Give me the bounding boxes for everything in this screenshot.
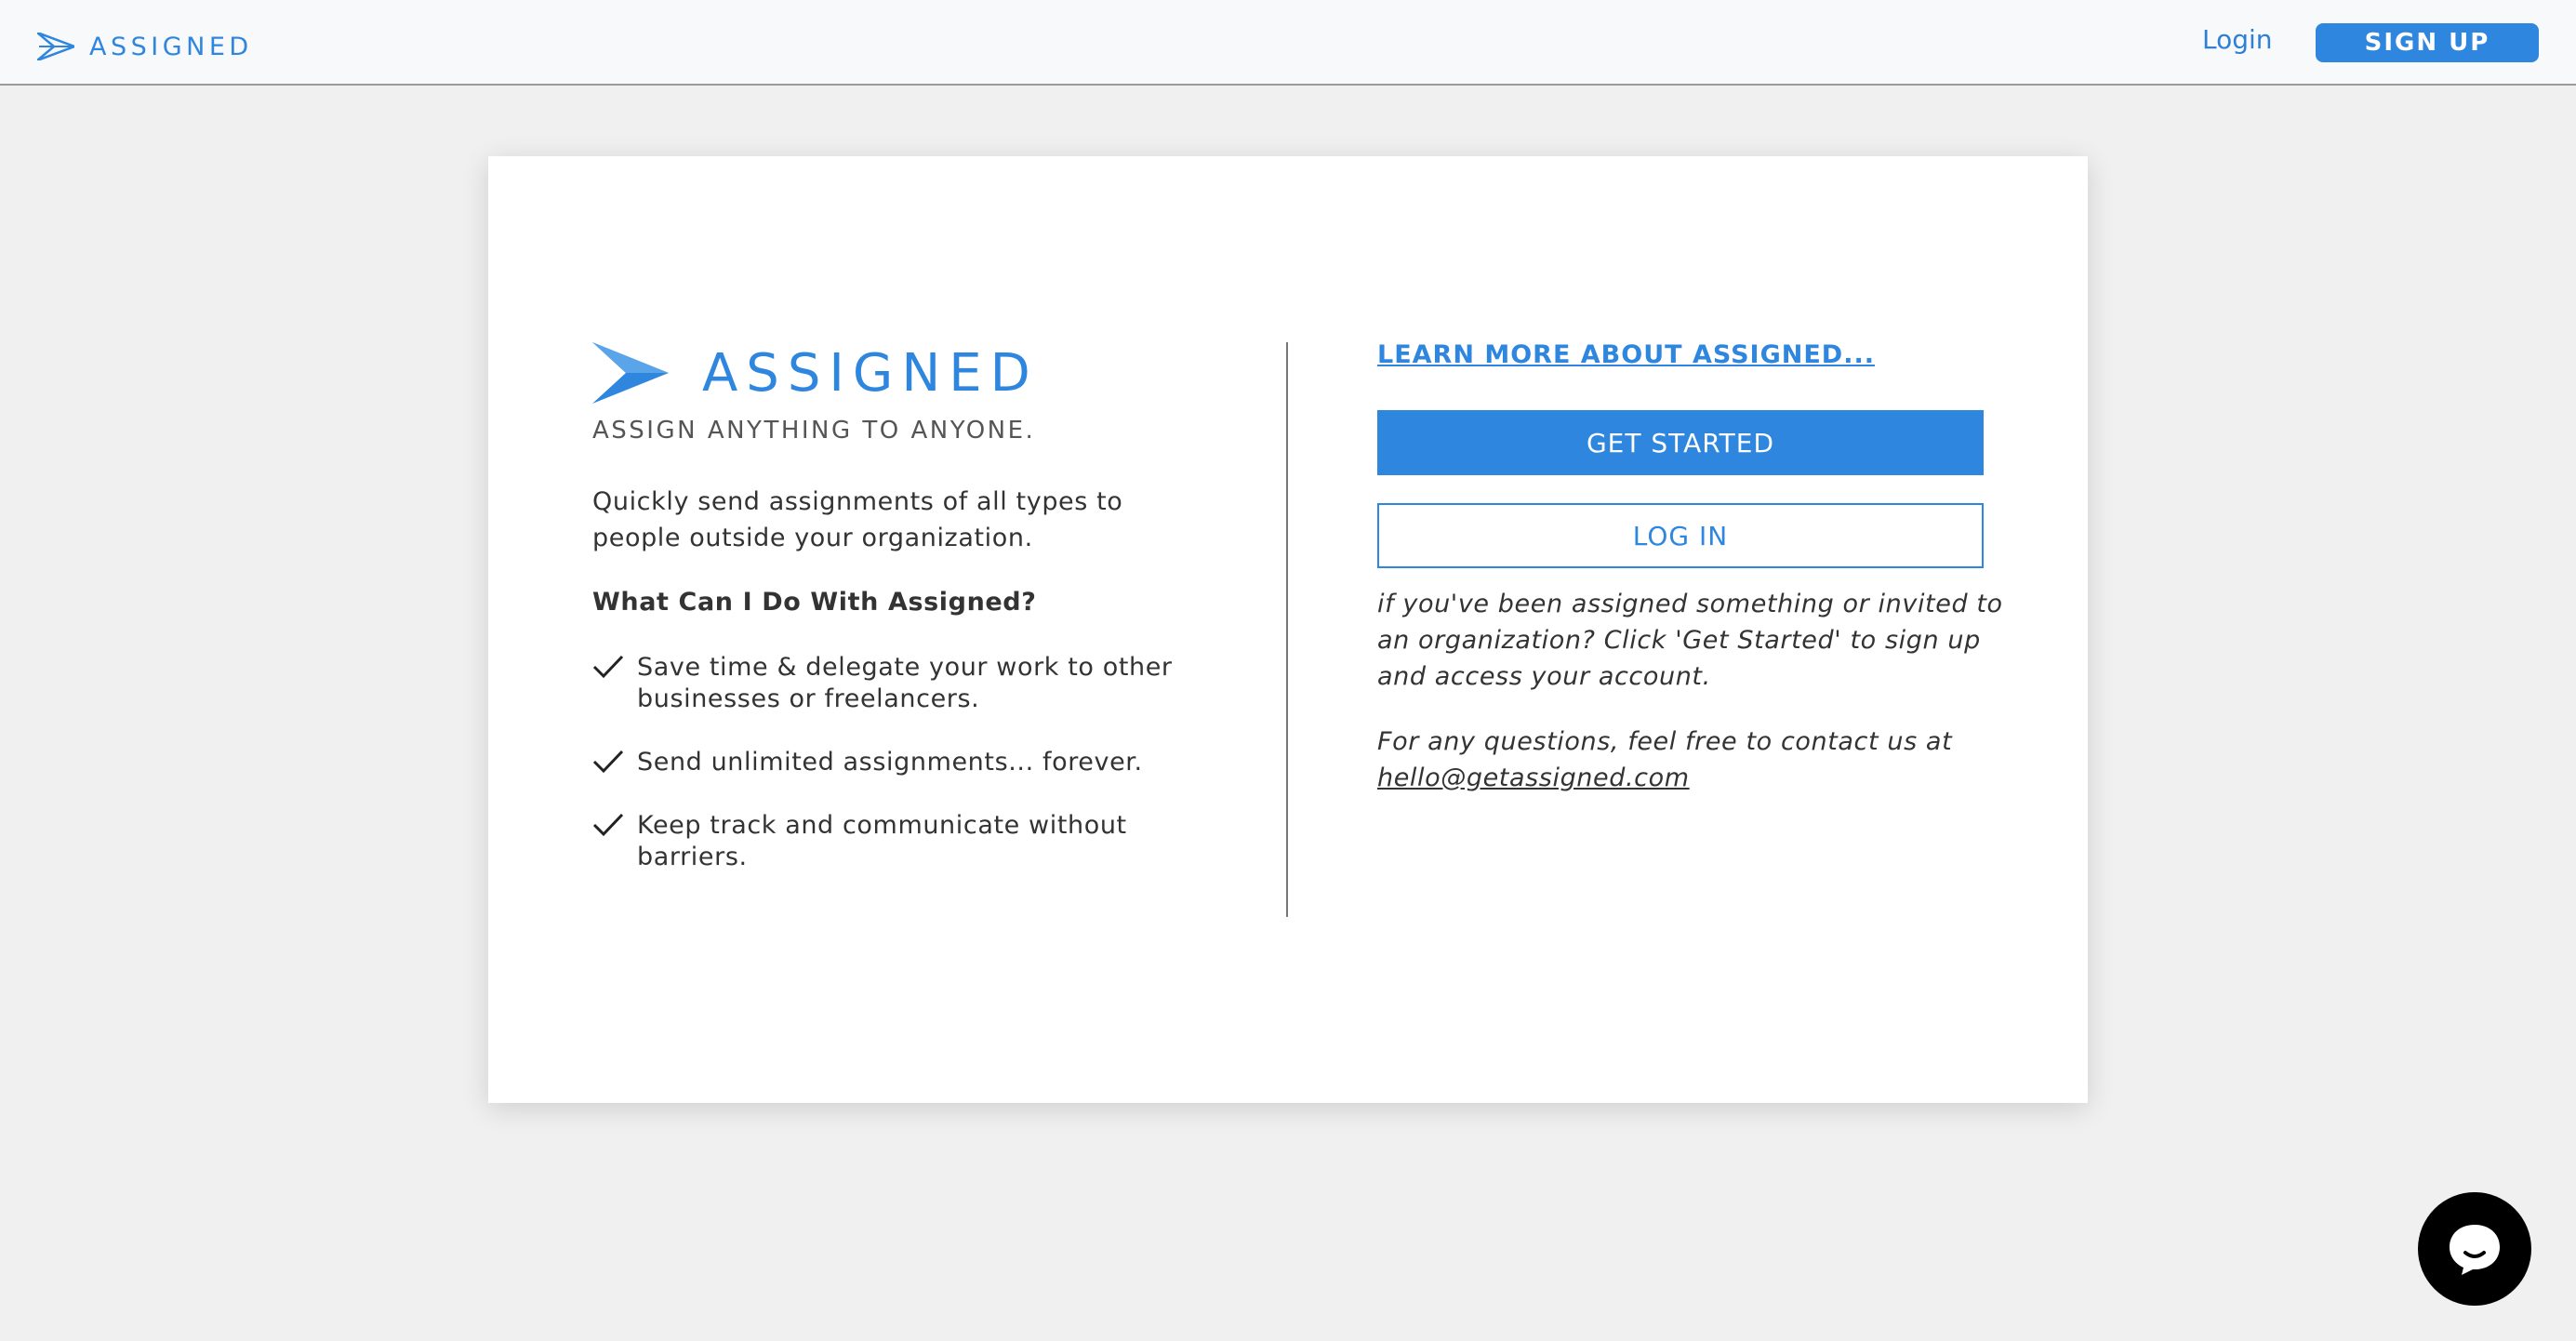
column-divider <box>1286 342 1288 917</box>
login-link[interactable]: Login <box>2202 24 2273 55</box>
feature-item: Save time & delegate your work to other … <box>592 652 1188 715</box>
top-navbar: ASSIGNED Login SIGN UP <box>0 0 2576 86</box>
checkmark-icon <box>592 813 624 837</box>
feature-item: Send unlimited assignments... forever. <box>592 747 1188 778</box>
contact-text: For any questions, feel free to contact … <box>1377 727 1953 756</box>
feature-text: Save time & delegate your work to other … <box>637 653 1173 713</box>
tagline: ASSIGN ANYTHING TO ANYONE. <box>592 417 1036 445</box>
contact-email-link[interactable]: hello@getassigned.com <box>1377 763 1690 792</box>
features-heading: What Can I Do With Assigned? <box>592 588 1037 617</box>
arrow-logo-icon <box>592 342 669 404</box>
intro-text: Quickly send assignments of all types to… <box>592 487 1123 552</box>
arrow-logo-icon <box>37 33 74 60</box>
chat-bubble-icon <box>2450 1225 2500 1275</box>
card-logo: ASSIGNED <box>592 342 1039 404</box>
welcome-card: ASSIGNED ASSIGN ANYTHING TO ANYONE. Quic… <box>488 156 2088 1103</box>
brand-name: ASSIGNED <box>89 32 253 61</box>
checkmark-icon <box>592 750 624 774</box>
signup-button[interactable]: SIGN UP <box>2316 23 2539 62</box>
feature-text: Send unlimited assignments... forever. <box>637 748 1143 777</box>
learn-more-link[interactable]: LEARN MORE ABOUT ASSIGNED... <box>1377 340 1875 369</box>
signup-hint: if you've been assigned something or inv… <box>1377 590 2003 691</box>
feature-item: Keep track and communicate without barri… <box>592 810 1188 873</box>
chat-launcher-button[interactable] <box>2418 1192 2531 1306</box>
log-in-button[interactable]: LOG IN <box>1377 503 1984 568</box>
feature-text: Keep track and communicate without barri… <box>637 811 1127 871</box>
checkmark-icon <box>592 655 624 679</box>
get-started-button[interactable]: GET STARTED <box>1377 410 1984 475</box>
logo-wordmark: ASSIGNED <box>702 342 1039 404</box>
brand-logo[interactable]: ASSIGNED <box>37 28 253 65</box>
contact-info: For any questions, feel free to contact … <box>1377 724 2010 796</box>
